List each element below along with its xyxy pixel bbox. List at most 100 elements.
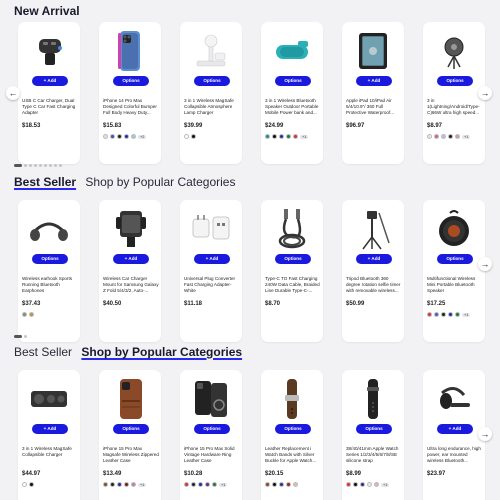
product-title[interactable]: Wireless earhook Sports Running Bluetoot… xyxy=(22,276,78,294)
add-button[interactable]: + Add xyxy=(437,424,473,434)
product-card[interactable]: + Add Ultra long endurance, high power, … xyxy=(423,370,485,500)
color-swatch[interactable] xyxy=(293,482,298,487)
product-card[interactable]: Options iPhone 15 Pro Max Magsafe Wirele… xyxy=(99,370,161,500)
color-swatch[interactable] xyxy=(455,134,460,139)
product-card[interactable]: Options Type-C TO Fast Charging 240W Dat… xyxy=(261,200,323,342)
options-button[interactable]: Options xyxy=(356,424,392,434)
tab-best-seller[interactable]: Best Seller xyxy=(14,345,72,359)
color-swatch[interactable] xyxy=(346,482,351,487)
pagination-dot[interactable] xyxy=(24,335,27,338)
carousel-next-button[interactable]: → xyxy=(478,86,492,100)
color-swatch[interactable] xyxy=(441,312,446,317)
product-card[interactable]: Options Leather Replacement i Watch Band… xyxy=(261,370,323,500)
color-swatch[interactable] xyxy=(198,482,203,487)
color-swatch[interactable] xyxy=(103,134,108,139)
options-button[interactable]: Options xyxy=(275,424,311,434)
pagination-dot[interactable] xyxy=(34,164,37,167)
product-card[interactable]: Options 38/40/41mm Apple Watch Series 1/… xyxy=(342,370,404,500)
color-swatch[interactable] xyxy=(131,482,136,487)
product-title[interactable]: 3 in 1 Wireless Bluetooth Speaker Outdoo… xyxy=(265,98,321,116)
product-card[interactable]: Options 3 in 1 Wireless MagSafe Collapsi… xyxy=(180,22,242,164)
color-swatch[interactable] xyxy=(353,482,358,487)
pagination-dot[interactable] xyxy=(14,335,22,338)
bluetooth-headset-icon[interactable] xyxy=(429,376,479,422)
product-title[interactable]: Tripod Bluetooth 360 degree rotation sel… xyxy=(346,276,402,294)
color-swatch[interactable] xyxy=(22,312,27,317)
color-swatch[interactable] xyxy=(131,134,136,139)
tab-best-seller[interactable]: Best Seller xyxy=(14,175,76,189)
product-card[interactable]: Options Wireless earhook Sports Running … xyxy=(18,200,80,342)
phone-case-icon[interactable] xyxy=(105,28,155,74)
add-button[interactable]: + Add xyxy=(32,424,68,434)
watch-band-icon[interactable] xyxy=(267,376,317,422)
more-colors-badge[interactable]: +1 xyxy=(219,482,228,487)
options-button[interactable]: Options xyxy=(113,424,149,434)
plug-adapter-icon[interactable] xyxy=(186,206,236,252)
pagination-dot[interactable] xyxy=(59,164,62,167)
tab-popular-categories[interactable]: Shop by Popular Categories xyxy=(81,345,242,359)
color-swatch[interactable] xyxy=(103,482,108,487)
color-swatch[interactable] xyxy=(455,312,460,317)
leather-case-icon[interactable] xyxy=(105,376,155,422)
color-swatch[interactable] xyxy=(286,482,291,487)
magsafe-stand-icon[interactable] xyxy=(186,28,236,74)
mini-speaker-icon[interactable] xyxy=(429,206,479,252)
pagination-dot[interactable] xyxy=(14,164,22,167)
color-swatch[interactable] xyxy=(124,482,129,487)
car-charger-icon[interactable] xyxy=(24,28,74,74)
more-colors-badge[interactable]: +1 xyxy=(381,482,390,487)
color-swatch[interactable] xyxy=(117,134,122,139)
usb-cable-icon[interactable] xyxy=(267,206,317,252)
color-swatch[interactable] xyxy=(22,482,27,487)
product-title[interactable]: Apple iPad 10/iPad Air 5/4/10.9"/ 360 Fu… xyxy=(346,98,402,116)
more-colors-badge[interactable]: +2 xyxy=(138,134,147,139)
product-title[interactable]: Wireless Car Charger Mount for Samsung G… xyxy=(103,276,159,294)
product-card[interactable]: + Add Universal Plug Converter Fast Char… xyxy=(180,200,242,342)
color-swatch[interactable] xyxy=(191,134,196,139)
product-card[interactable]: + Add Wireless Car Charger Mount for Sam… xyxy=(99,200,161,342)
color-swatch[interactable] xyxy=(293,134,298,139)
product-title[interactable]: Type-C TO Fast Charging 240W Data Cable,… xyxy=(265,276,321,294)
product-card[interactable]: + Add 3 in 1 Wireless MagSafe Collapsibl… xyxy=(18,370,80,500)
speaker-icon[interactable] xyxy=(267,28,317,74)
product-title[interactable]: iPhone 14 Pro Max Designed Colorful Bump… xyxy=(103,98,159,116)
earphones-icon[interactable] xyxy=(24,206,74,252)
foldable-charger-icon[interactable] xyxy=(24,376,74,422)
color-swatch[interactable] xyxy=(29,482,34,487)
pagination-dot[interactable] xyxy=(44,164,47,167)
color-swatch[interactable] xyxy=(448,312,453,317)
options-button[interactable]: Options xyxy=(275,254,311,264)
add-button[interactable]: + Add xyxy=(194,254,230,264)
color-swatch[interactable] xyxy=(427,312,432,317)
color-swatch[interactable] xyxy=(279,134,284,139)
more-colors-badge[interactable]: +1 xyxy=(462,134,471,139)
color-swatch[interactable] xyxy=(360,482,365,487)
color-swatch[interactable] xyxy=(212,482,217,487)
color-swatch[interactable] xyxy=(272,134,277,139)
product-card[interactable]: + Add Tripod Bluetooth 360 degree rotati… xyxy=(342,200,404,342)
color-swatch[interactable] xyxy=(286,134,291,139)
color-swatch[interactable] xyxy=(427,134,432,139)
more-colors-badge[interactable]: +1 xyxy=(138,482,147,487)
pagination-dot[interactable] xyxy=(39,164,42,167)
product-card[interactable]: Options Multifunctional Wireless Mini Po… xyxy=(423,200,485,342)
product-title[interactable]: 38/40/41mm Apple Watch Series 1/2/3/4/5/… xyxy=(346,446,402,464)
color-swatch[interactable] xyxy=(434,312,439,317)
add-button[interactable]: + Add xyxy=(356,254,392,264)
options-button[interactable]: Options xyxy=(437,76,473,86)
add-button[interactable]: + Add xyxy=(356,76,392,86)
more-colors-badge[interactable]: +1 xyxy=(462,312,471,317)
options-button[interactable]: Options xyxy=(113,76,149,86)
add-button[interactable]: + Add xyxy=(113,254,149,264)
product-card[interactable]: Options 3 in 1(Lightning/Android/Type-C)… xyxy=(423,22,485,164)
carousel-next-button[interactable]: → xyxy=(478,257,492,271)
options-button[interactable]: Options xyxy=(32,254,68,264)
color-swatch[interactable] xyxy=(265,482,270,487)
silicone-strap-icon[interactable] xyxy=(348,376,398,422)
product-card[interactable]: Options iPhone 15 Pro Max Solid Vintage … xyxy=(180,370,242,500)
product-card[interactable]: Options iPhone 14 Pro Max Designed Color… xyxy=(99,22,161,164)
product-title[interactable]: iPhone 15 Pro Max Magsafe Wireless Zippe… xyxy=(103,446,159,464)
selfie-tripod-icon[interactable] xyxy=(348,206,398,252)
product-title[interactable]: 3 in 1 Wireless MagSafe Collapsible Atmo… xyxy=(184,98,240,116)
color-swatch[interactable] xyxy=(265,134,270,139)
